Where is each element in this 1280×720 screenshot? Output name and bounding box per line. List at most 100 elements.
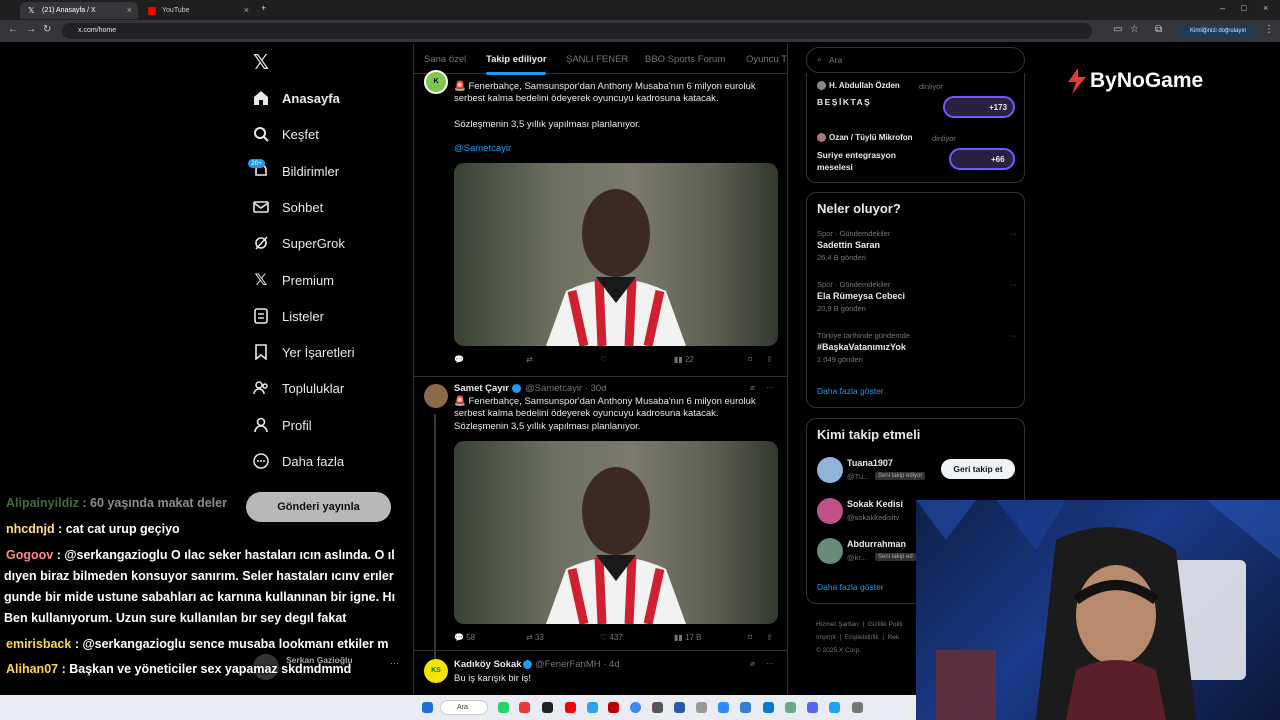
chatgpt-icon[interactable] xyxy=(652,702,663,713)
trend-item[interactable]: Türkiye tarihinde gündemde #BaşkaVatanım… xyxy=(817,331,1017,371)
show-more-link[interactable]: Daha fazla göster xyxy=(817,386,884,396)
post-image[interactable] xyxy=(454,163,778,346)
search-input[interactable]: ⌕ Ara xyxy=(806,47,1025,73)
tab-for-you[interactable]: Sana özel xyxy=(424,54,466,65)
nav-profile[interactable]: Profil xyxy=(252,413,312,437)
star-icon[interactable]: ☆ xyxy=(1130,24,1139,35)
nav-notifications[interactable]: 20+ Bildirimler xyxy=(248,159,339,183)
author-handle[interactable]: @Sametcayir · 30d xyxy=(525,383,606,395)
zoom-icon[interactable] xyxy=(718,702,729,713)
tab-sanli-fener[interactable]: ŞANLI FENER xyxy=(566,54,628,65)
author-name[interactable]: Kadıköy Sokak xyxy=(454,659,522,671)
like-button[interactable]: ♡ 437 xyxy=(600,633,623,642)
account-menu-icon[interactable]: ··· xyxy=(390,658,399,668)
windows-start-icon[interactable] xyxy=(422,702,433,713)
avatar[interactable] xyxy=(817,457,843,483)
telegram-icon[interactable] xyxy=(587,702,598,713)
avatar[interactable] xyxy=(817,538,843,564)
menu-icon[interactable]: ⋮ xyxy=(1264,24,1274,35)
nav-explore[interactable]: Keşfet xyxy=(252,122,319,146)
cast-icon[interactable]: ▭ xyxy=(1113,24,1122,35)
tab-bbo-sports-forum[interactable]: BBO Sports Forum xyxy=(645,54,725,65)
close-tab-icon[interactable]: × xyxy=(127,2,132,19)
bookmark-icon[interactable]: ⌑ xyxy=(748,633,752,642)
nav-bookmarks[interactable]: Yer İşaretleri xyxy=(252,340,355,364)
netflix-icon[interactable] xyxy=(608,702,619,713)
app-icon[interactable] xyxy=(519,702,530,713)
app-icon[interactable] xyxy=(674,702,685,713)
edge-icon[interactable] xyxy=(763,702,774,713)
bookmark-icon[interactable]: ⌑ xyxy=(748,355,752,364)
chrome-icon[interactable] xyxy=(630,702,641,713)
nav-messages[interactable]: Sohbet xyxy=(252,195,323,219)
app-icon[interactable] xyxy=(852,702,863,713)
reload-icon[interactable]: ↻ xyxy=(43,24,51,35)
trend-item[interactable]: Spor · Gündemdekiler Sadettin Saran 26,4… xyxy=(817,229,1017,269)
app-icon[interactable] xyxy=(542,702,553,713)
nav-premium[interactable]: 𝕏 Premium xyxy=(252,268,334,292)
nav-supergrok[interactable]: SuperGrok xyxy=(252,231,345,255)
app-icon[interactable] xyxy=(740,702,751,713)
author-name[interactable]: Samet Çayır xyxy=(454,383,509,395)
app-icon[interactable] xyxy=(829,702,840,713)
like-icon[interactable]: ♡ xyxy=(600,355,607,364)
follow-back-button[interactable]: Geri takip et xyxy=(941,459,1015,479)
extensions-icon[interactable]: ⧉ xyxy=(1155,24,1162,35)
tab-youtube[interactable]: YouTube × xyxy=(140,2,255,19)
more-options-icon[interactable]: ··· xyxy=(766,659,774,668)
repost-button[interactable]: ⇄ 33 xyxy=(526,633,544,642)
grok-icon[interactable]: ⌀ xyxy=(750,383,755,392)
verified-icon xyxy=(512,384,521,393)
forward-icon[interactable]: → xyxy=(26,24,36,35)
author-handle[interactable]: @FenerFanMH · 4d xyxy=(535,659,620,671)
grok-icon[interactable]: ⌀ xyxy=(750,659,755,668)
youtube-icon[interactable] xyxy=(565,702,576,713)
space-listeners[interactable]: +173 xyxy=(943,96,1015,118)
new-tab-icon[interactable]: + xyxy=(261,3,266,13)
tab-oyuncu[interactable]: Oyuncu T xyxy=(746,54,787,65)
x-logo-icon[interactable]: 𝕏 xyxy=(253,50,269,75)
repost-icon[interactable]: ⇄ xyxy=(526,355,533,364)
views-count[interactable]: ▮▮ 22 xyxy=(674,355,694,364)
url-field[interactable]: x.com/home xyxy=(62,23,1092,39)
post-button[interactable]: Gönderi yayınla xyxy=(246,492,391,522)
nav-lists[interactable]: Listeler xyxy=(252,304,324,328)
reply-button[interactable]: 💬 58 xyxy=(454,633,475,642)
nav-more[interactable]: Daha fazla xyxy=(252,449,344,473)
more-options-icon[interactable]: ··· xyxy=(1010,331,1018,340)
mention-link[interactable]: @Sametcayir xyxy=(454,143,511,155)
discord-icon[interactable] xyxy=(807,702,818,713)
show-more-link[interactable]: Daha fazla göster xyxy=(817,582,884,592)
space-title[interactable]: Suriye entegrasyon meselesi xyxy=(817,149,927,173)
nav-communities[interactable]: Topluluklar xyxy=(252,376,344,400)
more-options-icon[interactable]: ··· xyxy=(766,383,774,392)
close-tab-icon[interactable]: × xyxy=(244,2,249,19)
tab-following[interactable]: Takip ediliyor xyxy=(486,54,547,65)
verify-identity-chip[interactable]: Kimliğinizi doğrulayın xyxy=(1178,25,1256,38)
minimize-icon[interactable]: – xyxy=(1220,3,1225,13)
whatsapp-icon[interactable] xyxy=(498,702,509,713)
avatar[interactable] xyxy=(817,498,843,524)
space-listeners[interactable]: +66 xyxy=(949,148,1015,170)
avatar[interactable]: K xyxy=(424,70,448,94)
tab-x-home[interactable]: 𝕏 (21) Anasayfa / X × xyxy=(20,2,138,19)
youtube-favicon-icon xyxy=(148,7,156,15)
nav-home[interactable]: Anasayfa xyxy=(252,86,340,110)
views-count[interactable]: ▮▮ 17 B xyxy=(674,633,702,642)
more-options-icon[interactable]: ··· xyxy=(1010,280,1018,289)
post-image[interactable] xyxy=(454,441,778,624)
app-icon[interactable] xyxy=(696,702,707,713)
avatar[interactable]: KS xyxy=(424,659,448,683)
reply-icon[interactable]: 💬 xyxy=(454,355,464,364)
close-window-icon[interactable]: × xyxy=(1263,3,1268,13)
app-icon[interactable] xyxy=(785,702,796,713)
more-options-icon[interactable]: ··· xyxy=(1010,229,1018,238)
taskbar-search[interactable]: Ara xyxy=(440,700,488,715)
space-title[interactable]: BEŞİKTAŞ xyxy=(817,97,871,107)
back-icon[interactable]: ← xyxy=(8,24,18,35)
trend-item[interactable]: Spor · Gündemdekiler Ela Rümeysa Cebeci … xyxy=(817,280,1017,320)
maximize-icon[interactable]: □ xyxy=(1241,3,1246,13)
share-icon[interactable]: ⇪ xyxy=(766,355,773,364)
avatar[interactable] xyxy=(424,384,448,408)
share-icon[interactable]: ⇪ xyxy=(766,633,773,642)
